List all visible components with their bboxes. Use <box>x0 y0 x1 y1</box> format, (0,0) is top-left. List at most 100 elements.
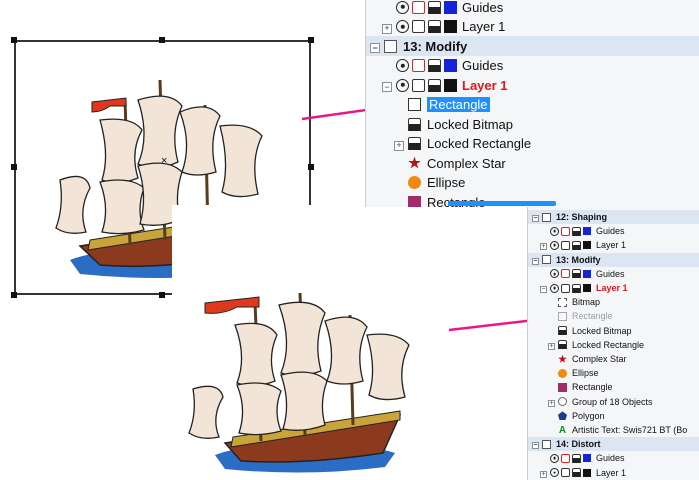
selection-handle-ml[interactable] <box>11 164 17 170</box>
layer-row[interactable]: + Layer 1 <box>528 466 699 480</box>
printer-icon[interactable] <box>561 226 570 236</box>
printer-icon[interactable] <box>561 269 570 279</box>
layer-row[interactable]: − Layer 1 <box>528 281 699 295</box>
collapse-toggle[interactable]: − <box>532 215 539 223</box>
row-label: Guides <box>596 268 625 279</box>
printer-icon[interactable] <box>561 283 570 293</box>
object-row[interactable]: Ellipse <box>366 173 699 193</box>
layer-row[interactable]: Guides <box>528 267 699 281</box>
collapse-toggle[interactable]: − <box>382 82 392 92</box>
collapse-toggle[interactable]: − <box>532 257 539 265</box>
object-row[interactable]: Rectangle <box>366 95 699 115</box>
eye-icon[interactable] <box>550 226 559 236</box>
lock-icon[interactable] <box>572 283 581 293</box>
expander-slot: + <box>548 340 558 350</box>
scrollbar[interactable] <box>448 201 556 206</box>
printer-icon[interactable] <box>412 59 425 72</box>
layer-color-swatch <box>583 284 591 293</box>
object-row[interactable]: Polygon <box>528 409 699 423</box>
layer-row[interactable]: Guides <box>528 224 699 238</box>
page-icon <box>542 212 551 222</box>
lock-icon[interactable] <box>428 59 441 72</box>
row-label: Layer 1 <box>462 77 508 93</box>
printer-icon[interactable] <box>561 453 570 463</box>
page-row[interactable]: − 12: Shaping <box>528 210 699 225</box>
lock-icon[interactable] <box>572 453 581 463</box>
page-row[interactable]: − 14: Distort <box>528 437 699 452</box>
layer-color-swatch <box>444 0 457 14</box>
expander-slot: − <box>532 255 542 265</box>
lock-icon[interactable] <box>572 226 581 236</box>
expand-toggle[interactable]: + <box>548 342 555 350</box>
printer-icon[interactable] <box>561 240 570 250</box>
object-row[interactable]: + Group of 18 Objects <box>528 395 699 409</box>
collapse-toggle[interactable]: − <box>532 442 539 450</box>
expander-slot: − <box>540 283 550 294</box>
collapse-toggle[interactable]: − <box>370 43 380 53</box>
row-label: Guides <box>462 0 504 15</box>
page-row[interactable]: − 13: Modify <box>528 252 699 267</box>
star-icon <box>408 156 421 169</box>
object-row[interactable]: Bitmap <box>528 295 699 309</box>
layer-row[interactable]: Guides <box>366 56 699 76</box>
eye-icon[interactable] <box>396 20 409 33</box>
eye-icon[interactable] <box>550 453 559 463</box>
row-label: Locked Rectangle <box>572 339 645 350</box>
eye-icon[interactable] <box>550 468 559 478</box>
rectangle-outline-icon <box>408 98 421 111</box>
lock-icon[interactable] <box>428 78 441 92</box>
collapse-toggle[interactable]: − <box>540 286 547 294</box>
object-row[interactable]: Locked Bitmap <box>366 114 699 134</box>
expand-toggle[interactable]: + <box>540 470 547 478</box>
expander-slot: + <box>540 468 550 478</box>
object-row[interactable]: + Locked Rectangle <box>366 134 699 154</box>
expand-toggle[interactable]: + <box>548 399 555 407</box>
row-label: Polygon <box>572 410 605 421</box>
object-row[interactable]: A Artistic Text: Swis721 BT (Bo <box>528 423 699 437</box>
selection-handle-bl[interactable] <box>11 292 17 298</box>
object-row[interactable]: Locked Bitmap <box>528 324 699 338</box>
object-manager-panel-bottom[interactable]: − 12: Shaping Guides + Layer 1 − 13: Modify Gui… <box>527 207 699 480</box>
object-row[interactable]: Complex Star <box>366 153 699 173</box>
object-row[interactable]: Rectangle <box>528 380 699 394</box>
eye-icon[interactable] <box>550 269 559 279</box>
row-label: Ellipse <box>427 175 466 190</box>
eye-icon[interactable] <box>396 59 409 72</box>
expand-toggle[interactable]: + <box>394 140 404 151</box>
printer-icon[interactable] <box>412 78 425 92</box>
printer-icon[interactable] <box>561 468 570 478</box>
layer-row[interactable]: − Layer 1 <box>366 75 699 95</box>
eye-icon[interactable] <box>550 283 559 293</box>
layer-row[interactable]: + Layer 1 <box>528 238 699 252</box>
selection-handle-mr[interactable] <box>308 164 314 170</box>
lock-icon[interactable] <box>428 20 441 33</box>
selection-handle-tr[interactable] <box>308 37 314 43</box>
expand-toggle[interactable]: + <box>540 243 547 251</box>
object-row[interactable]: Ellipse <box>528 366 699 380</box>
selection-handle-bm[interactable] <box>159 292 165 298</box>
expander-slot: + <box>394 136 408 151</box>
object-row[interactable]: + Locked Rectangle <box>528 338 699 352</box>
layer-row[interactable]: + Layer 1 <box>366 17 699 37</box>
lock-icon[interactable] <box>428 0 441 14</box>
layer-row[interactable]: Guides <box>366 0 699 17</box>
lock-icon[interactable] <box>572 468 581 478</box>
ship-illustration-result[interactable] <box>175 285 425 475</box>
star-icon <box>558 354 567 363</box>
object-row[interactable]: Rectangle <box>528 309 699 323</box>
object-row[interactable]: Complex Star <box>528 352 699 366</box>
selection-handle-tl[interactable] <box>11 37 17 43</box>
lock-icon[interactable] <box>572 240 581 250</box>
artistic-text-icon: A <box>558 424 567 436</box>
selection-handle-tm[interactable] <box>159 37 165 43</box>
eye-icon[interactable] <box>396 78 409 92</box>
lock-icon[interactable] <box>572 269 581 279</box>
eye-icon[interactable] <box>550 240 559 250</box>
printer-icon[interactable] <box>412 20 425 33</box>
page-row[interactable]: − 13: Modify <box>366 36 699 56</box>
layer-row[interactable]: Guides <box>528 451 699 465</box>
eye-icon[interactable] <box>396 0 409 14</box>
expand-toggle[interactable]: + <box>382 23 392 34</box>
printer-icon[interactable] <box>412 0 425 14</box>
object-manager-panel-top[interactable]: Guides + Layer 1 − 13: Modify Guides − Layer 1 R… <box>365 0 699 207</box>
